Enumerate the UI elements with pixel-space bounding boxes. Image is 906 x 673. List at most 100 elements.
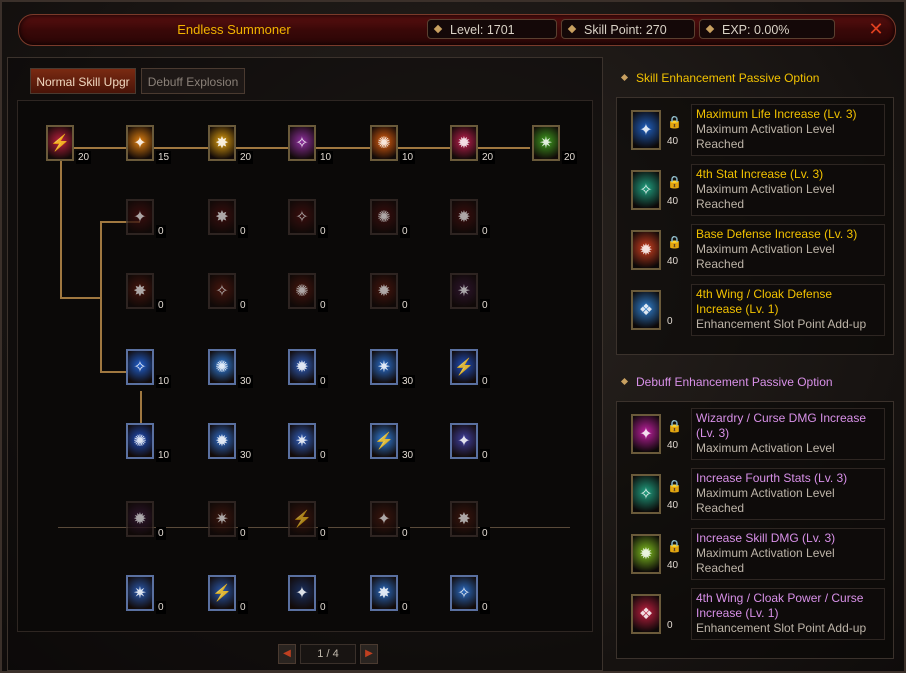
skill-icon[interactable]: ✷ [450, 273, 478, 309]
option-count: 40 [667, 440, 679, 451]
skill-icon[interactable]: ✸ [126, 273, 154, 309]
option-text: Increase Fourth Stats (Lv. 3) Maximum Act… [691, 468, 885, 520]
option-title: Increase Fourth Stats (Lv. 3) [696, 471, 848, 485]
passive-option[interactable]: ✦ 🔒 40 Wizardry / Curse DMG Increase (Lv. 3… [621, 408, 889, 464]
passive-option[interactable]: ✧ 🔒 40 4th Stat Increase (Lv. 3) Maximum Act… [621, 164, 889, 220]
skill-icon[interactable]: ✧ [288, 125, 316, 161]
option-count: 40 [667, 500, 679, 511]
skill-glyph-icon: ✷ [215, 511, 229, 528]
skill-glyph-icon: ✸ [457, 511, 471, 528]
skill-icon[interactable]: ✺ [370, 125, 398, 161]
skill-icon[interactable]: ✷ [208, 501, 236, 537]
skill-icon[interactable]: ✺ [288, 273, 316, 309]
lock-icon: 🔒 [667, 175, 682, 189]
tab-normal-skill-upgrade[interactable]: Normal Skill Upgr [30, 68, 136, 94]
skill-tree-grid: ⚡ 20 ✦ 15 ✸ 20 ✧ 10 ✺ 10 ✹ 20 ✷ 20 ✦ 0 ✸ 0 ✧ 0 ✺ 0 ✹ 0 ✸ 0 ✧ 0 ✺ 0 ✹ 0 ✷… [17, 100, 593, 632]
skill-glyph-icon: ✹ [377, 283, 391, 300]
skill-level-count: 30 [238, 449, 254, 462]
skill-level-count: 0 [156, 299, 166, 312]
skill-icon[interactable]: ✧ [288, 199, 316, 235]
skill-icon[interactable]: ✹ [450, 125, 478, 161]
skill-icon[interactable]: ✦ [126, 125, 154, 161]
skill-icon[interactable]: ✷ [126, 575, 154, 611]
skill-icon[interactable]: ✺ [126, 423, 154, 459]
skill-level-count: 0 [480, 601, 490, 614]
skill-icon[interactable]: ✦ [450, 423, 478, 459]
skill-glyph-icon: ⚡ [374, 433, 394, 450]
tab-debuff-explosion[interactable]: Debuff Explosion [141, 68, 245, 94]
passive-option[interactable]: ❖ 0 4th Wing / Cloak Defense Increase (Lv.… [621, 284, 889, 340]
option-glyph-icon: ✦ [639, 426, 653, 443]
skill-level-count: 0 [400, 601, 410, 614]
option-icon: ✧ [631, 474, 661, 514]
option-description: Enhancement Slot Point Add-up [696, 317, 867, 331]
skill-icon[interactable]: ✹ [126, 501, 154, 537]
skill-icon[interactable]: ✦ [370, 501, 398, 537]
skill-enhancement-list: ✦ 🔒 40 Maximum Life Increase (Lv. 3) Maximum… [616, 97, 894, 355]
skill-glyph-icon: ✺ [295, 283, 309, 300]
skill-glyph-icon: ✦ [295, 585, 309, 602]
skill-glyph-icon: ✺ [133, 433, 147, 450]
skill-icon[interactable]: ✺ [370, 199, 398, 235]
lock-icon: 🔒 [667, 419, 682, 433]
next-page-icon[interactable]: ▶ [360, 644, 378, 664]
skill-level-count: 10 [318, 151, 334, 164]
option-title: Base Defense Increase (Lv. 3) [696, 227, 858, 241]
option-description: Maximum Activation Level Reached [696, 546, 835, 575]
passive-option[interactable]: ✦ 🔒 40 Maximum Life Increase (Lv. 3) Maximum… [621, 104, 889, 160]
skill-icon[interactable]: ✧ [450, 575, 478, 611]
prev-page-icon[interactable]: ◀ [278, 644, 296, 664]
skill-icon[interactable]: ✦ [126, 199, 154, 235]
skill-icon[interactable]: ✺ [208, 349, 236, 385]
exp-display: EXP: 0.00% [699, 19, 835, 39]
connector-line [60, 147, 62, 297]
skill-glyph-icon: ✺ [377, 135, 391, 152]
skill-icon[interactable]: ✦ [288, 575, 316, 611]
option-count: 40 [667, 136, 679, 147]
passive-option[interactable]: ✹ 🔒 40 Increase Skill DMG (Lv. 3) Maximum Ac… [621, 528, 889, 584]
skill-icon[interactable]: ✧ [126, 349, 154, 385]
passive-option[interactable]: ✧ 🔒 40 Increase Fourth Stats (Lv. 3) Maximum… [621, 468, 889, 524]
skill-icon[interactable]: ✹ [450, 199, 478, 235]
skill-icon[interactable]: ⚡ [208, 575, 236, 611]
skill-icon[interactable]: ⚡ [370, 423, 398, 459]
skill-level-count: 0 [318, 449, 328, 462]
skill-icon[interactable]: ✸ [208, 199, 236, 235]
skill-icon[interactable]: ⚡ [450, 349, 478, 385]
passive-option[interactable]: ❖ 0 4th Wing / Cloak Power / Curse Increas… [621, 588, 889, 644]
passive-option[interactable]: ✹ 🔒 40 Base Defense Increase (Lv. 3) Maximum… [621, 224, 889, 280]
skill-icon[interactable]: ✹ [208, 423, 236, 459]
skill-glyph-icon: ✹ [215, 433, 229, 450]
skill-icon[interactable]: ✷ [532, 125, 560, 161]
skill-icon[interactable]: ✷ [370, 349, 398, 385]
option-text: 4th Stat Increase (Lv. 3) Maximum Activat… [691, 164, 885, 216]
skill-icon[interactable]: ✧ [208, 273, 236, 309]
skill-icon[interactable]: ✹ [370, 273, 398, 309]
skill-icon[interactable]: ⚡ [288, 501, 316, 537]
skill-level-count: 0 [238, 225, 248, 238]
skill-icon[interactable]: ✹ [288, 349, 316, 385]
option-title: 4th Stat Increase (Lv. 3) [696, 167, 824, 181]
lock-icon: 🔒 [667, 479, 682, 493]
close-icon[interactable]: ✕ [867, 20, 885, 38]
skill-level-count: 0 [238, 527, 248, 540]
option-description: Maximum Activation Level Reached [696, 122, 835, 151]
skill-glyph-icon: ✧ [295, 209, 309, 226]
skill-level-count: 0 [400, 225, 410, 238]
option-icon: ✦ [631, 414, 661, 454]
option-text: Wizardry / Curse DMG Increase (Lv. 3) Max… [691, 408, 885, 460]
skill-icon[interactable]: ✷ [288, 423, 316, 459]
skill-glyph-icon: ✹ [457, 135, 471, 152]
skill-icon[interactable]: ✸ [208, 125, 236, 161]
skill-icon[interactable]: ✸ [450, 501, 478, 537]
skill-glyph-icon: ⚡ [50, 135, 70, 152]
skill-icon[interactable]: ✸ [370, 575, 398, 611]
skill-glyph-icon: ✷ [457, 283, 471, 300]
pagination: ◀ 1 / 4 ▶ [278, 644, 378, 664]
skill-level-count: 0 [318, 225, 328, 238]
skill-level-count: 0 [318, 375, 328, 388]
skill-icon[interactable]: ⚡ [46, 125, 74, 161]
skill-level-count: 0 [400, 299, 410, 312]
option-title: 4th Wing / Cloak Power / Curse Increase … [696, 591, 864, 620]
skill-enhancement-window: Endless Summoner Level: 1701 Skill Point… [0, 0, 906, 673]
